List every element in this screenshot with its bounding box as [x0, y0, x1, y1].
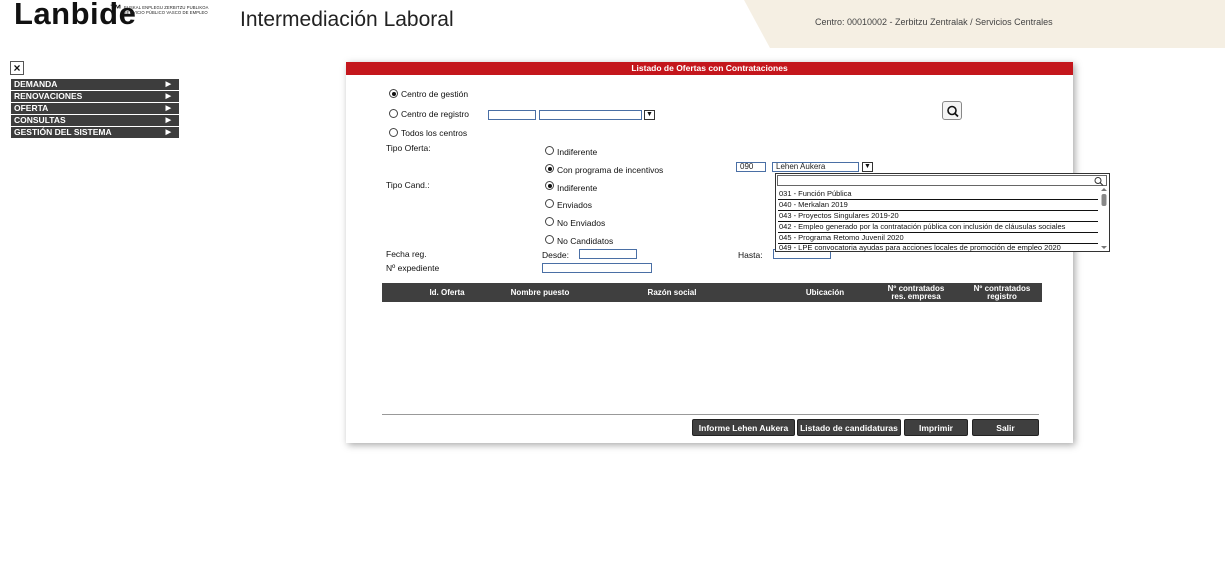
program-dropdown-list[interactable]: 031 - Función Pública 040 - Merkalan 201… [775, 173, 1110, 252]
sidebar-item-label: GESTIÓN DEL SISTEMA [14, 127, 112, 137]
listado-candidaturas-button[interactable]: Listado de candidaturas [797, 419, 901, 436]
search-icon [1094, 177, 1104, 186]
sidebar-item-label: DEMANDA [14, 79, 58, 89]
centro-registro-dropdown-button[interactable]: ▼ [644, 110, 655, 120]
app-header: Lanbide ™ EUSKAL ENPLEGU ZERBITZU PUBLIK… [0, 0, 1225, 48]
radio-enviados[interactable] [545, 199, 554, 208]
sidebar-item-label: OFERTA [14, 103, 49, 113]
dropdown-scrollbar[interactable] [1100, 187, 1108, 250]
dropdown-option[interactable]: 040 - Merkalan 2019 [779, 200, 848, 209]
radio-todos-centros-label: Todos los centros [401, 128, 468, 138]
dropdown-option[interactable]: 049 - LPE convocatoria ayudas para accio… [779, 243, 1061, 252]
chevron-down-icon: ▼ [646, 111, 653, 118]
close-menu-button[interactable]: × [10, 61, 24, 75]
imprimir-button[interactable]: Imprimir [904, 419, 968, 436]
informe-lehen-aukera-button[interactable]: Informe Lehen Aukera [692, 419, 795, 436]
radio-cand-indiferente[interactable] [545, 181, 554, 190]
expediente-label: Nº expediente [386, 263, 440, 273]
radio-oferta-indiferente[interactable] [545, 146, 554, 155]
radio-centro-gestion[interactable] [389, 89, 398, 98]
column-header-ubicacion[interactable]: Ubicación [786, 283, 864, 302]
radio-no-candidatos-label: No Candidatos [557, 236, 614, 246]
chevron-right-icon: ▶ [165, 117, 171, 124]
dropdown-option[interactable]: 043 - Proyectos Singulares 2019-20 [779, 211, 899, 220]
centro-registro-code-input[interactable] [488, 110, 536, 120]
program-dropdown-button[interactable]: ▼ [862, 162, 873, 172]
logo-tagline-es: SERVICIO PÚBLICO VASCO DE EMPLEO [124, 10, 208, 15]
radio-centro-registro[interactable] [389, 109, 398, 118]
sidebar-item-label: RENOVACIONES [14, 91, 83, 101]
radio-oferta-indiferente-label: Indiferente [557, 147, 598, 157]
dropdown-option[interactable]: 042 - Empleo generado por la contratació… [779, 222, 1065, 231]
radio-todos-centros[interactable] [389, 128, 398, 137]
column-header-contratados-empresa[interactable]: Nº contratados res. empresa [880, 283, 952, 302]
sidebar-menu: DEMANDA ▶ RENOVACIONES ▶ OFERTA ▶ CONSULTAS… [11, 79, 179, 139]
logo-trademark: ™ [110, 2, 122, 16]
search-button[interactable] [942, 101, 962, 120]
centro-info: Centro: 00010002 - Zerbitzu Zentralak / … [815, 17, 1053, 27]
radio-con-programa-label: Con programa de incentivos [557, 165, 664, 175]
dropdown-search-input[interactable] [777, 175, 1107, 186]
dropdown-option[interactable]: 045 - Programa Retomo Juvenil 2020 [779, 233, 904, 242]
table-bottom-divider [382, 414, 1039, 415]
column-header-razon-social[interactable]: Razón social [622, 283, 722, 302]
sidebar-item-oferta[interactable]: OFERTA ▶ [11, 103, 179, 114]
column-header-nombre-puesto[interactable]: Nombre puesto [490, 283, 590, 302]
salir-button[interactable]: Salir [972, 419, 1039, 436]
app-title: Intermediación Laboral [240, 8, 454, 31]
listado-panel: Listado de Ofertas con Contrataciones [346, 62, 1073, 443]
search-icon [947, 105, 959, 118]
expediente-input[interactable] [542, 263, 652, 273]
tipo-oferta-label: Tipo Oferta: [386, 143, 431, 153]
sidebar-item-consultas[interactable]: CONSULTAS ▶ [11, 115, 179, 126]
radio-centro-gestion-label: Centro de gestión [401, 89, 469, 99]
fecha-reg-label: Fecha reg. [386, 249, 427, 259]
radio-con-programa[interactable] [545, 164, 554, 173]
radio-no-enviados[interactable] [545, 217, 554, 226]
desde-label: Desde: [542, 250, 569, 260]
sidebar-item-renovaciones[interactable]: RENOVACIONES ▶ [11, 91, 179, 102]
radio-enviados-label: Enviados [557, 200, 592, 210]
chevron-down-icon: ▼ [864, 163, 871, 170]
sidebar-item-gestion-sistema[interactable]: GESTIÓN DEL SISTEMA ▶ [11, 127, 179, 138]
column-header-id-oferta[interactable]: Id. Oferta [407, 283, 487, 302]
radio-no-candidatos[interactable] [545, 235, 554, 244]
column-header-contratados-registro[interactable]: Nº contratados registro [964, 283, 1040, 302]
radio-no-enviados-label: No Enviados [557, 218, 606, 228]
chevron-right-icon: ▶ [165, 93, 171, 100]
sidebar-item-label: CONSULTAS [14, 115, 66, 125]
fecha-desde-input[interactable] [579, 249, 637, 259]
radio-centro-registro-label: Centro de registro [401, 109, 470, 119]
centro-registro-name-input[interactable] [539, 110, 642, 120]
radio-cand-indiferente-label: Indiferente [557, 183, 598, 193]
program-code-input[interactable]: 090 [736, 162, 766, 172]
scrollbar-track [1101, 188, 1107, 249]
tipo-cand-label: Tipo Cand.: [386, 180, 430, 190]
chevron-right-icon: ▶ [165, 105, 171, 112]
panel-title: Listado de Ofertas con Contrataciones [346, 62, 1073, 75]
hasta-label: Hasta: [738, 250, 763, 260]
program-name-input[interactable]: Lehen Aukera [772, 162, 859, 172]
sidebar-item-demanda[interactable]: DEMANDA ▶ [11, 79, 179, 90]
chevron-right-icon: ▶ [165, 81, 171, 88]
chevron-right-icon: ▶ [165, 129, 171, 136]
dropdown-option[interactable]: 031 - Función Pública [779, 189, 852, 198]
results-table-header: Id. Oferta Nombre puesto Razón social Ub… [382, 283, 1042, 302]
